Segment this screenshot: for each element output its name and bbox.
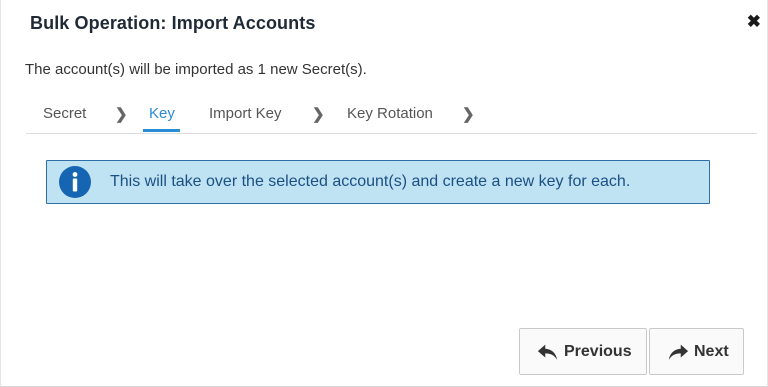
forward-arrow-icon — [668, 344, 689, 360]
next-button-label: Next — [694, 343, 729, 360]
step-key-rotation[interactable]: Key Rotation — [347, 105, 433, 122]
import-accounts-dialog: Bulk Operation: Import Accounts ✖ The ac… — [0, 0, 768, 387]
info-circle-icon — [59, 166, 91, 198]
close-icon[interactable]: ✖ — [747, 12, 761, 32]
chevron-right-icon: ❯ — [462, 106, 475, 123]
chevron-right-icon: ❯ — [312, 106, 325, 123]
step-import-key[interactable]: Import Key — [209, 105, 282, 122]
next-button[interactable]: Next — [649, 328, 744, 375]
previous-button-label: Previous — [564, 343, 632, 360]
step-secret[interactable]: Secret — [43, 105, 86, 122]
dialog-subtitle: The account(s) will be imported as 1 new… — [25, 61, 367, 78]
step-key[interactable]: Key — [143, 105, 180, 132]
info-message: This will take over the selected account… — [110, 173, 631, 190]
dialog-title: Bulk Operation: Import Accounts — [30, 13, 316, 33]
info-alert: This will take over the selected account… — [46, 160, 710, 204]
chevron-right-icon: ❯ — [115, 106, 128, 123]
wizard-steps: Secret ❯ Key Import Key ❯ Key Rotation ❯ — [26, 100, 757, 134]
reply-arrow-icon — [537, 344, 558, 360]
previous-button[interactable]: Previous — [519, 328, 647, 375]
